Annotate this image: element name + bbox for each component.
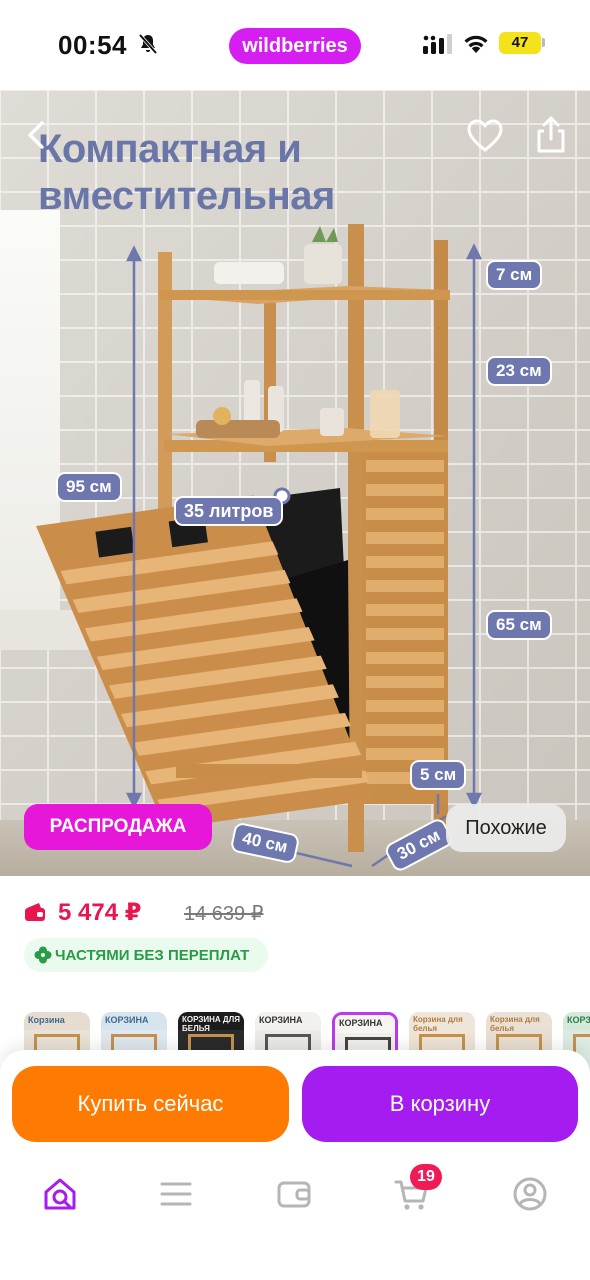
- signal-icon: [423, 34, 452, 54]
- brand-logo: wildberries: [229, 28, 361, 64]
- price-row: 5 474 ₽ 14 639 ₽: [24, 898, 424, 928]
- thumbnail-label: КОРЗИНА: [339, 1018, 383, 1028]
- add-to-cart-button[interactable]: В корзину: [302, 1066, 578, 1142]
- wallet-icon[interactable]: [274, 1174, 314, 1214]
- battery-icon: 47: [499, 32, 541, 54]
- product-image-gallery[interactable]: Компактная и вместительная 7 см 23 см 65…: [0, 90, 590, 876]
- back-icon[interactable]: [22, 120, 52, 150]
- wifi-icon: [464, 35, 488, 53]
- catalog-icon[interactable]: [156, 1174, 196, 1214]
- bottom-tab-bar: 19: [0, 1160, 590, 1280]
- heart-icon[interactable]: [466, 118, 504, 154]
- battery-cap: [542, 38, 545, 47]
- installment-badge[interactable]: ЧАСТЯМИ БЕЗ ПЕРЕПЛАТ: [24, 938, 268, 972]
- share-icon[interactable]: [534, 114, 568, 154]
- dimension-legs: 5 см: [410, 760, 467, 790]
- thumbnail-label: КОРЗИНА: [567, 1015, 590, 1025]
- thumbnail-label: Корзина для белья: [413, 1015, 463, 1033]
- thumbnail-label: Корзина для белья: [490, 1015, 540, 1033]
- thumbnail-label: КОРЗИНА: [105, 1015, 149, 1025]
- cart-count-badge: 19: [410, 1164, 442, 1190]
- dimension-basket-height: 65 см: [486, 610, 552, 640]
- dimension-total-height: 95 см: [56, 472, 122, 502]
- battery-level: 47: [511, 34, 529, 51]
- current-price: 5 474 ₽: [58, 899, 142, 926]
- thumbnail-label: КОРЗИНА ДЛЯ БЕЛЬЯ: [182, 1015, 240, 1033]
- thumbnail-label: КОРЗИНА: [259, 1015, 303, 1025]
- dimension-volume: 35 литров: [174, 496, 284, 526]
- dimension-top-shelf: 7 см: [486, 260, 543, 290]
- bell-muted-icon: [138, 33, 158, 55]
- status-time: 00:54: [58, 30, 127, 60]
- image-headline: Компактная и вместительная: [38, 127, 335, 218]
- home-search-icon[interactable]: [40, 1174, 80, 1214]
- buy-now-button[interactable]: Купить сейчас: [12, 1066, 289, 1142]
- status-bar: 00:54 wildberries 47: [0, 0, 590, 90]
- profile-icon[interactable]: [510, 1174, 550, 1214]
- clover-icon: [34, 946, 52, 964]
- sale-badge: РАСПРОДАЖА: [24, 804, 212, 850]
- thumbnail-label: Корзина: [28, 1015, 65, 1025]
- old-price: 14 639 ₽: [184, 903, 264, 925]
- dimension-middle-shelf: 23 см: [486, 356, 552, 386]
- purchase-action-bar: Купить сейчас В корзину: [0, 1050, 590, 1160]
- wallet-price-icon: [25, 903, 45, 921]
- installment-label: ЧАСТЯМИ БЕЗ ПЕРЕПЛАТ: [55, 947, 250, 964]
- similar-button[interactable]: Похожие: [446, 804, 566, 852]
- product-page: 00:54 wildberries 47 Компактная и вмести…: [0, 0, 590, 1280]
